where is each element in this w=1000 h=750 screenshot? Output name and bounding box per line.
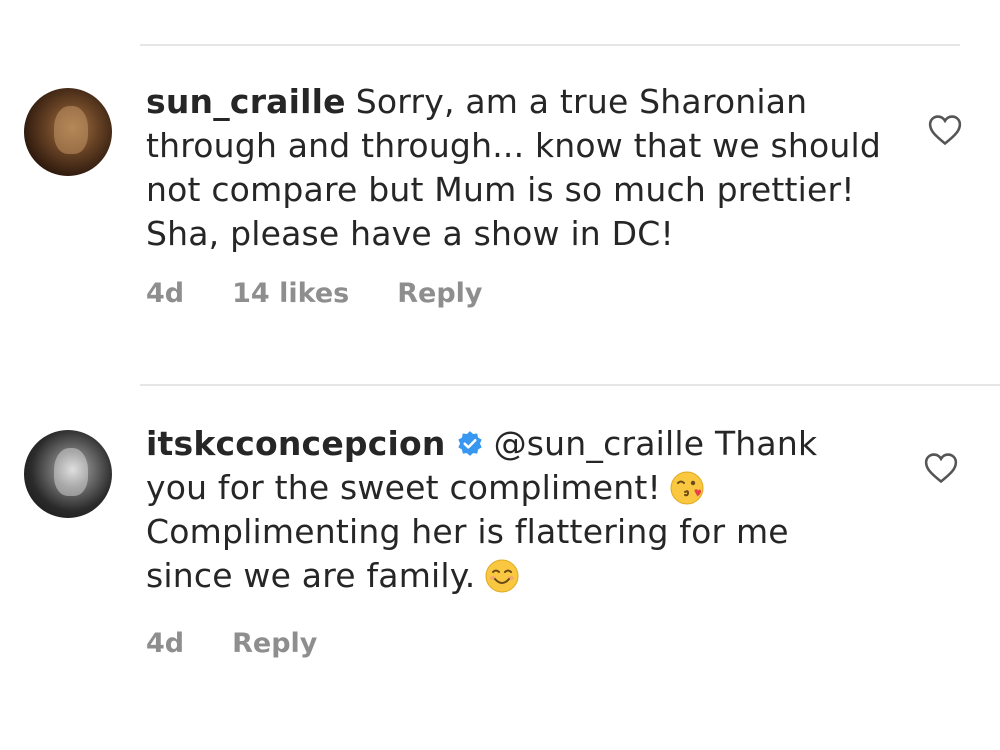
- smiling-emoji: [485, 559, 518, 593]
- comment-body: itskcconcepcion @sun_craille Thank you f…: [146, 422, 886, 598]
- comment-text-part2: Complimenting her is flattering for me s…: [146, 512, 789, 595]
- comment-meta: 4d Reply: [146, 628, 365, 659]
- mention-link[interactable]: @sun_craille: [494, 424, 705, 463]
- avatar[interactable]: [24, 88, 112, 176]
- reply-button[interactable]: Reply: [397, 278, 482, 309]
- heart-outline-icon[interactable]: [928, 114, 962, 146]
- comment-meta: 4d 14 likes Reply: [146, 278, 531, 309]
- comment-time: 4d: [146, 278, 185, 309]
- divider-top: [140, 44, 960, 46]
- kissing-wink-emoji: [670, 471, 704, 505]
- verified-badge-icon: [457, 431, 482, 456]
- comment-time: 4d: [146, 628, 185, 659]
- divider-mid: [140, 384, 1000, 386]
- reply-button[interactable]: Reply: [232, 628, 317, 659]
- comment-likes[interactable]: 14 likes: [232, 278, 349, 309]
- heart-outline-icon[interactable]: [924, 452, 958, 484]
- avatar[interactable]: [24, 430, 112, 518]
- comment-body: sun_craille Sorry, am a true Sharonian th…: [146, 80, 886, 256]
- comment-username[interactable]: sun_craille: [146, 82, 346, 121]
- comment-username[interactable]: itskcconcepcion: [146, 424, 446, 463]
- comments-page: sun_craille Sorry, am a true Sharonian th…: [0, 0, 1000, 750]
